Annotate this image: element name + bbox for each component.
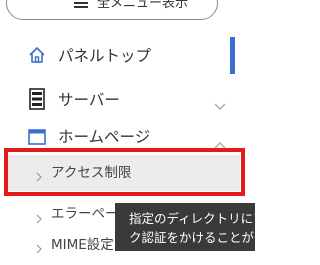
nav-item-label: ホームページ [58,128,151,146]
nav-item-label: パネルトップ [58,47,152,65]
scroll-indicator [230,37,235,74]
tooltip-line: ク認証をかけることがで [129,230,255,245]
highlight-frame [4,148,245,196]
chevron-right-icon [36,209,42,228]
hamburger-icon [74,0,88,8]
nav-item-server[interactable]: サーバー [0,82,228,118]
all-menu-button[interactable]: 全メニュー表示 [6,0,218,20]
window-icon [28,129,46,149]
nav-item-label: サーバー [58,91,120,109]
server-icon [28,88,46,114]
nav-item-panel-top[interactable]: パネルトップ [0,38,228,74]
chevron-down-icon[interactable] [214,96,226,115]
tooltip-line: 指定のディレクトリにア [129,211,255,226]
home-icon [28,46,46,68]
tooltip: 指定のディレクトリにア ク認証をかけることがで [115,203,255,251]
chevron-right-icon [36,239,42,258]
all-menu-button-label: 全メニュー表示 [97,0,189,11]
